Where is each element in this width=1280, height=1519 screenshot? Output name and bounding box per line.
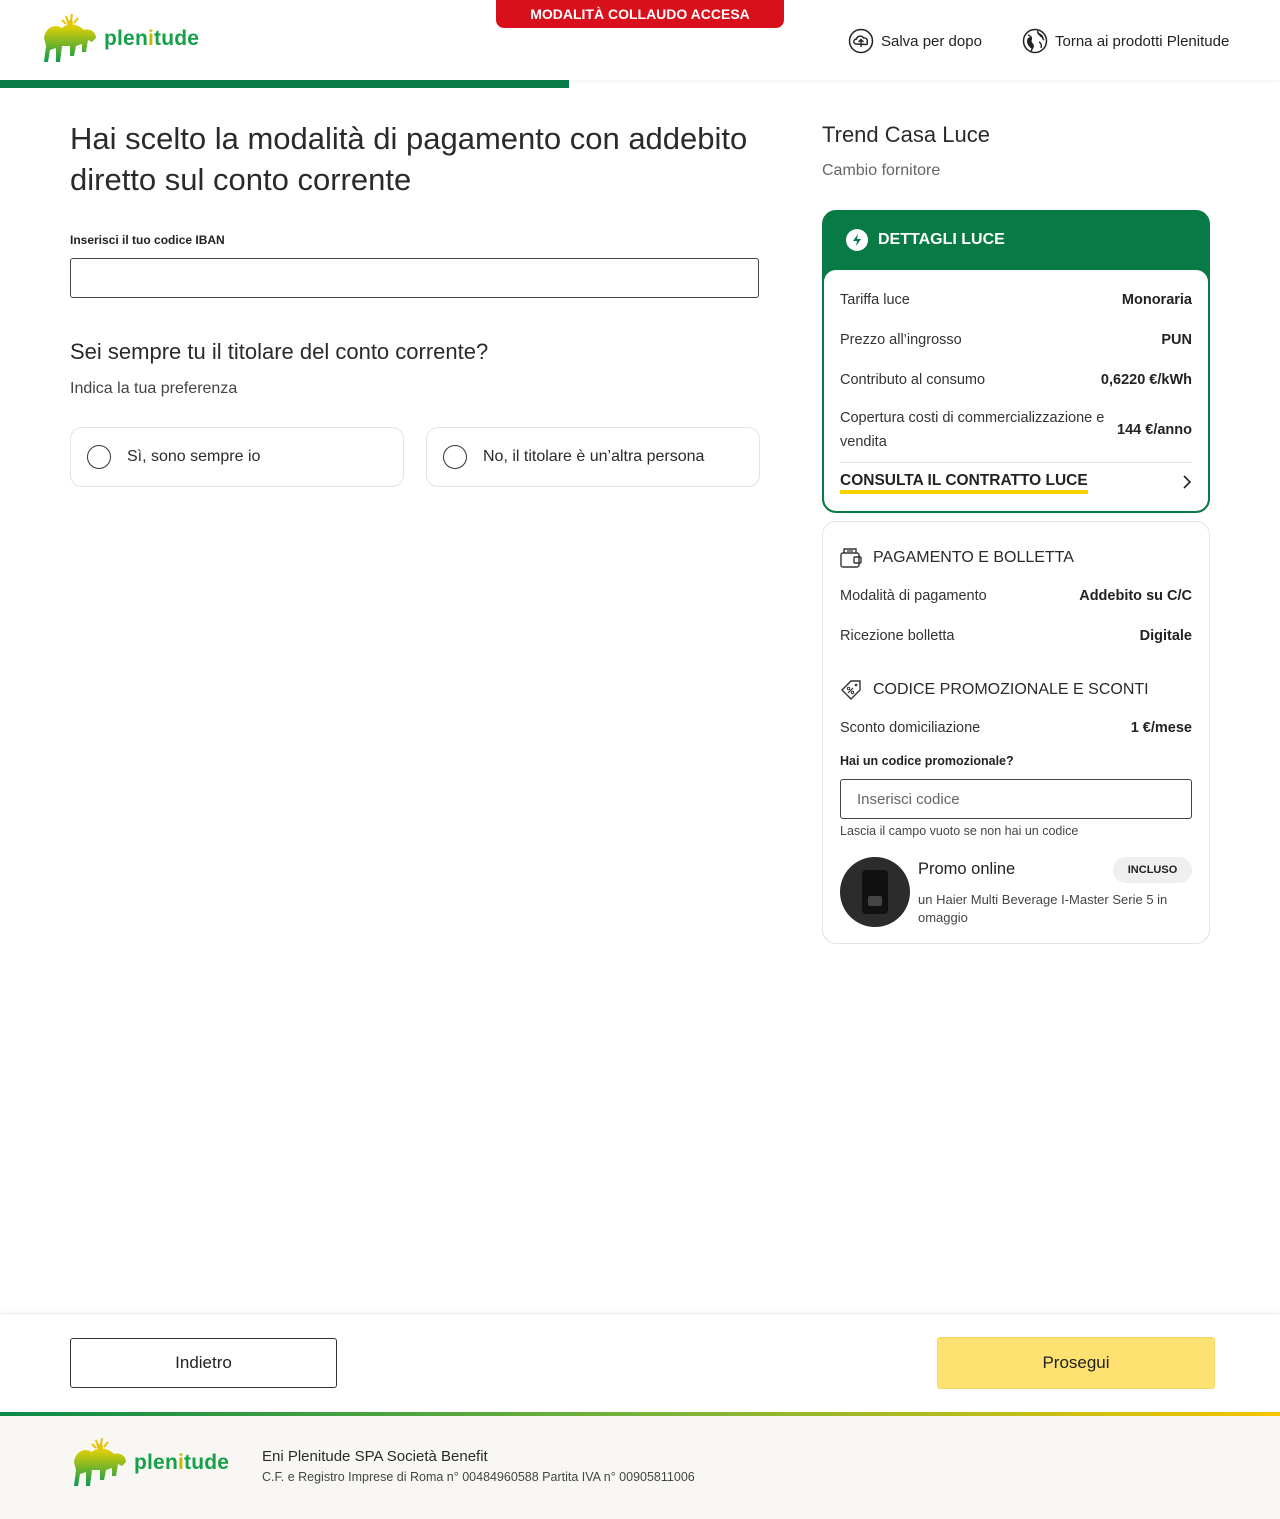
test-mode-banner: MODALITÀ COLLAUDO ACCESA: [496, 0, 784, 28]
detail-row: Copertura costi di commercializzazione e…: [840, 406, 1192, 454]
save-for-later-link[interactable]: Salva per dopo: [848, 28, 982, 54]
detail-label: Ricezione bolletta: [840, 628, 955, 644]
plenitude-logo[interactable]: plenitude: [40, 12, 199, 66]
bottom-action-bar: Indietro Prosegui: [0, 1313, 1280, 1413]
top-header: plenitude MODALITÀ COLLAUDO ACCESA Salva…: [0, 0, 1280, 80]
save-for-later-label: Salva per dopo: [881, 32, 982, 50]
detail-label: Copertura costi di commercializzazione e…: [840, 410, 1105, 450]
product-subtitle: Cambio fornitore: [822, 162, 941, 179]
lightning-icon: [846, 229, 868, 251]
option-other-holder[interactable]: No, il titolare è un’altra persona: [426, 427, 760, 487]
chevron-right-icon: [1182, 473, 1192, 494]
promo-offer-title: Promo online: [918, 860, 1016, 878]
option-label: Sì, sono sempre io: [127, 448, 261, 465]
footer-company-name: Eni Plenitude SPA Società Benefit: [262, 1448, 488, 1465]
globe-icon: [1022, 28, 1048, 54]
detail-row: Tariffa luce Monoraria: [840, 292, 1192, 308]
view-contract-link[interactable]: CONSULTA IL CONTRATTO LUCE: [840, 472, 1192, 494]
detail-row: Sconto domiciliazione 1 €/mese: [840, 720, 1192, 736]
logo-text: plenitude: [134, 1451, 230, 1474]
luce-details-body: Tariffa luce Monoraria Prezzo all’ingros…: [824, 270, 1208, 511]
question-subtitle: Indica la tua preferenza: [70, 380, 238, 397]
iban-label: Inserisci il tuo codice IBAN: [70, 233, 225, 247]
iban-input[interactable]: [70, 258, 759, 298]
footer-logo: plenitude: [70, 1436, 229, 1490]
detail-value: 144 €/anno: [1117, 422, 1192, 438]
detail-label: Tariffa luce: [840, 292, 910, 308]
product-title: Trend Casa Luce: [822, 122, 990, 147]
promo-offer-description: un Haier Multi Beverage I-Master Serie 5…: [918, 892, 1168, 925]
tag-percent-icon: [841, 680, 861, 700]
luce-details-title: DETTAGLI LUCE: [878, 231, 1005, 248]
detail-value: Digitale: [1139, 628, 1192, 644]
promo-section-title: CODICE PROMOZIONALE E SCONTI: [873, 681, 1149, 698]
detail-row: Contributo al consumo 0,6220 €/kWh: [840, 372, 1192, 388]
luce-details-card: DETTAGLI LUCE Tariffa luce Monoraria Pre…: [822, 210, 1210, 513]
divider: [840, 462, 1192, 463]
detail-value: Addebito su C/C: [1079, 588, 1192, 604]
payment-section-title: PAGAMENTO E BOLLETTA: [873, 549, 1074, 566]
footer: plenitude Eni Plenitude SPA Società Bene…: [0, 1416, 1280, 1519]
detail-row: Ricezione bolletta Digitale: [840, 628, 1192, 644]
option-label: No, il titolare è un’altra persona: [483, 448, 705, 465]
detail-value: Monoraria: [1121, 292, 1192, 308]
luce-details-header: DETTAGLI LUCE: [824, 212, 1208, 268]
back-to-products-link[interactable]: Torna ai prodotti Plenitude: [1022, 28, 1229, 54]
promo-code-hint: Lascia il campo vuoto se non hai un codi…: [840, 824, 1079, 838]
promo-code-label: Hai un codice promozionale?: [840, 754, 1014, 768]
cloud-upload-icon: [848, 28, 874, 54]
footer-legal-info: C.F. e Registro Imprese di Roma n° 00484…: [262, 1470, 695, 1484]
payment-section-header: PAGAMENTO E BOLLETTA: [839, 546, 1074, 570]
back-to-products-label: Torna ai prodotti Plenitude: [1055, 32, 1230, 50]
promo-product-image: [840, 857, 910, 927]
detail-label: Modalità di pagamento: [840, 588, 987, 604]
plenitude-logo-icon: [74, 1437, 126, 1486]
promo-section-header: CODICE PROMOZIONALE E SCONTI: [839, 678, 1149, 702]
plenitude-logo-icon: [44, 13, 96, 62]
continue-button[interactable]: Prosegui: [937, 1337, 1215, 1389]
detail-row: Prezzo all’ingrosso PUN: [840, 332, 1192, 348]
progress-bar: [0, 80, 569, 88]
wallet-icon: [840, 548, 862, 568]
radio-button[interactable]: [87, 445, 111, 469]
account-holder-question: Sei sempre tu il titolare del conto corr…: [70, 339, 489, 364]
coffee-machine-icon: [862, 870, 888, 914]
detail-row: Modalità di pagamento Addebito su C/C: [840, 588, 1192, 604]
view-contract-label: CONSULTA IL CONTRATTO LUCE: [840, 472, 1088, 494]
promo-code-input[interactable]: [840, 779, 1192, 819]
option-same-holder[interactable]: Sì, sono sempre io: [70, 427, 404, 487]
detail-value: PUN: [1161, 332, 1192, 348]
detail-value: 0,6220 €/kWh: [1100, 372, 1192, 388]
page-title: Hai scelto la modalità di pagamento con …: [70, 121, 748, 197]
radio-button[interactable]: [443, 445, 467, 469]
detail-value: 1 €/mese: [1130, 720, 1192, 736]
included-badge: INCLUSO: [1113, 857, 1192, 883]
detail-label: Prezzo all’ingrosso: [840, 332, 962, 348]
back-button[interactable]: Indietro: [70, 1338, 337, 1388]
detail-label: Sconto domiciliazione: [840, 720, 981, 736]
detail-label: Contributo al consumo: [840, 372, 986, 388]
logo-text: plenitude: [104, 27, 200, 50]
payment-card: PAGAMENTO E BOLLETTA Modalità di pagamen…: [822, 521, 1210, 944]
